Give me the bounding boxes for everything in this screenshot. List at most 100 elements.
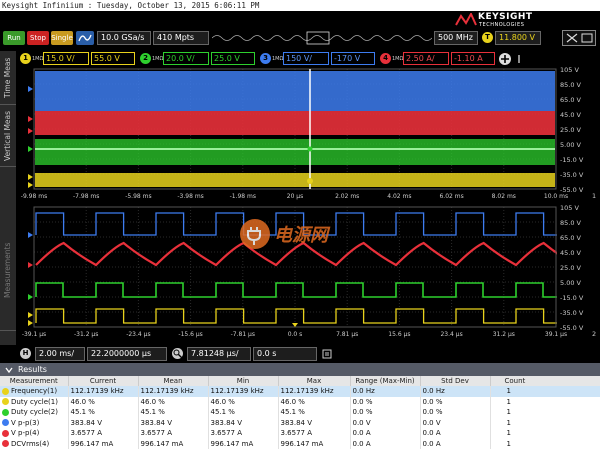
trigger-badge[interactable]: T xyxy=(482,32,493,43)
channel-3-badge[interactable]: 3 xyxy=(260,53,271,64)
channel-3-offset[interactable]: -170 V xyxy=(331,52,375,65)
channel-2-scale[interactable]: 20.0 V/ xyxy=(163,52,209,65)
run-button[interactable]: Run xyxy=(3,31,25,45)
result-cell-range: 0.0 % xyxy=(350,396,421,407)
result-cell-range: 0.0 A xyxy=(350,438,421,449)
table-row[interactable]: Duty cycle(2) 45.1 % 45.1 % 45.1 % 45.1 % 0.0… xyxy=(0,407,600,418)
channel-2-badge[interactable]: 2 xyxy=(140,53,151,64)
result-cell-std: 0.0 A xyxy=(420,438,491,449)
close-icon[interactable] xyxy=(565,32,579,44)
horizontal-settings-icon[interactable] xyxy=(321,348,333,360)
window-controls[interactable] xyxy=(562,30,596,46)
memory-depth-field[interactable]: 410 Mpts xyxy=(153,31,209,45)
channel-dot-icon xyxy=(2,408,9,416)
upper-plot-y-tick-label: 85.0 V xyxy=(560,81,582,89)
acquisition-overview-icon[interactable] xyxy=(212,31,432,45)
channel-4-badge[interactable]: 4 xyxy=(380,53,391,64)
lower-plot-x-tick-label: 0.0 s xyxy=(288,331,303,338)
more-channels-icon[interactable] xyxy=(514,53,524,65)
channel-1-offset[interactable]: 55.0 V xyxy=(91,52,135,65)
result-cell-range: 0.0 Hz xyxy=(350,386,421,397)
lower-plot-x-tick-label: -39.1 µs xyxy=(22,331,46,338)
restore-icon[interactable] xyxy=(580,32,594,44)
result-cell-current: 996.147 mA xyxy=(68,438,139,449)
upper-plot-x-tick-label: 8.02 ms xyxy=(492,193,516,200)
tab-time-meas[interactable]: Time Meas xyxy=(0,51,16,105)
bandwidth-field[interactable]: 500 MHz xyxy=(434,31,478,45)
lower-plot-x-tick-label: -23.4 µs xyxy=(126,331,150,338)
lower-plot-x-tick-label: -31.2 µs xyxy=(74,331,98,338)
upper-plot-y-tick-label: -15.0 V xyxy=(560,156,584,164)
result-cell-mean: 46.0 % xyxy=(138,396,209,407)
table-row[interactable]: V p-p(3) 383.84 V 383.84 V 383.84 V 383.84 V… xyxy=(0,417,600,428)
measurement-name-cell: Frequency(1) xyxy=(0,386,69,397)
waveform-area[interactable]: 105 V 85.0 V 65.0 V 45.0 V 25.0 V 5.00 V -15.0… xyxy=(16,67,600,345)
result-cell-max: 996.147 mA xyxy=(278,438,351,449)
stop-button[interactable]: Stop xyxy=(27,31,49,45)
channel-4-scale[interactable]: 2.50 A/ xyxy=(403,52,449,65)
autoscale-button[interactable] xyxy=(76,31,94,45)
channel-2-impedance: 1MΩ xyxy=(152,56,164,62)
measurement-name: DCVrms(4) xyxy=(11,439,50,448)
result-cell-count: 1 xyxy=(490,386,600,397)
channel-1-badge[interactable]: 1 xyxy=(20,53,31,64)
channel-ground-marker xyxy=(28,182,33,188)
result-cell-min: 45.1 % xyxy=(208,407,279,418)
upper-plot-x-tick-label: 2.02 ms xyxy=(335,193,359,200)
lower-plot-x-tick-label: 39.1 µs xyxy=(545,331,567,338)
col-min[interactable]: Min xyxy=(208,376,279,386)
col-measurement[interactable]: Measurement xyxy=(0,376,69,386)
table-row[interactable]: Frequency(1) 112.17139 kHz 112.17139 kHz 11… xyxy=(0,386,600,397)
channel-3-scale[interactable]: 150 V/ xyxy=(283,52,329,65)
lower-plot-y-tick-label: -15.0 V xyxy=(560,294,584,302)
measurement-name-cell: Duty cycle(2) xyxy=(0,407,69,418)
table-row[interactable]: DCVrms(4) 996.147 mA 996.147 mA 996.147 mA 9… xyxy=(0,438,600,449)
tab-measurements[interactable]: Measurements xyxy=(0,211,16,331)
col-current[interactable]: Current xyxy=(68,376,139,386)
results-header-row: Measurement Current Mean Min Max Range (… xyxy=(0,376,600,386)
lower-plot-y-tick-label: -35.0 V xyxy=(560,309,584,317)
brand-sub: TECHNOLOGIES xyxy=(479,22,525,28)
single-button[interactable]: Single xyxy=(51,31,73,45)
table-row[interactable]: V p-p(4) 3.6577 A 3.6577 A 3.6577 A 3.6577 A… xyxy=(0,428,600,439)
upper-plot-y-tick-label: 105 V xyxy=(560,67,579,74)
channel-dot-icon xyxy=(2,398,9,406)
zoom-badge[interactable] xyxy=(172,348,183,359)
lower-plot-y-tick-label: 25.0 V xyxy=(560,264,582,272)
upper-plot-x-tick-label: 4.02 ms xyxy=(387,193,411,200)
col-std-dev[interactable]: Std Dev xyxy=(420,376,491,386)
channel-4-impedance: 1MΩ xyxy=(392,56,404,62)
waveform-display[interactable]: 105 V 85.0 V 65.0 V 45.0 V 25.0 V 5.00 V -15.0… xyxy=(16,67,600,345)
brand-name: KEYSIGHT xyxy=(478,12,533,22)
horizontal-bar: H 2.00 ms/ 22.2000000 µs 7.81248 µs/ 0.0… xyxy=(16,345,600,363)
col-range[interactable]: Range (Max-Min) xyxy=(350,376,421,386)
col-count[interactable]: Count xyxy=(490,376,600,386)
result-cell-count: 1 xyxy=(490,396,600,407)
add-channel-button[interactable] xyxy=(499,53,511,65)
channel-4-offset[interactable]: -1.10 A xyxy=(451,52,495,65)
channel-dot-icon xyxy=(2,429,9,437)
trigger-level-field[interactable]: 11.800 V xyxy=(495,31,541,45)
result-cell-max: 383.84 V xyxy=(278,417,351,428)
channel-2-offset[interactable]: 25.0 V xyxy=(211,52,255,65)
result-cell-std: 0.0 V xyxy=(420,417,491,428)
tab-vertical-meas[interactable]: Vertical Meas xyxy=(0,105,16,167)
result-cell-std: 0.0 % xyxy=(420,396,491,407)
timebase-field[interactable]: 2.00 ms/ xyxy=(35,347,85,361)
table-row[interactable]: Duty cycle(1) 46.0 % 46.0 % 46.0 % 46.0 % 0.0… xyxy=(0,396,600,407)
horizontal-badge[interactable]: H xyxy=(20,348,31,359)
col-max[interactable]: Max xyxy=(278,376,351,386)
horizontal-position-field[interactable]: 22.2000000 µs xyxy=(87,347,167,361)
zoom-position-field[interactable]: 0.0 s xyxy=(253,347,317,361)
collapse-icon[interactable] xyxy=(4,365,14,375)
autoscale-icon xyxy=(78,34,92,42)
sample-rate-field[interactable]: 10.0 GSa/s xyxy=(97,31,151,45)
measurement-name-cell: DCVrms(4) xyxy=(0,438,69,449)
channel-1-scale[interactable]: 15.0 V/ xyxy=(43,52,89,65)
col-mean[interactable]: Mean xyxy=(138,376,209,386)
result-cell-current: 3.6577 A xyxy=(68,428,139,439)
zoom-scale-field[interactable]: 7.81248 µs/ xyxy=(187,347,251,361)
upper-plot-y-tick-label: 65.0 V xyxy=(560,96,582,104)
result-cell-min: 46.0 % xyxy=(208,396,279,407)
lower-plot-x-tick-label: 23.4 µs xyxy=(440,331,462,338)
